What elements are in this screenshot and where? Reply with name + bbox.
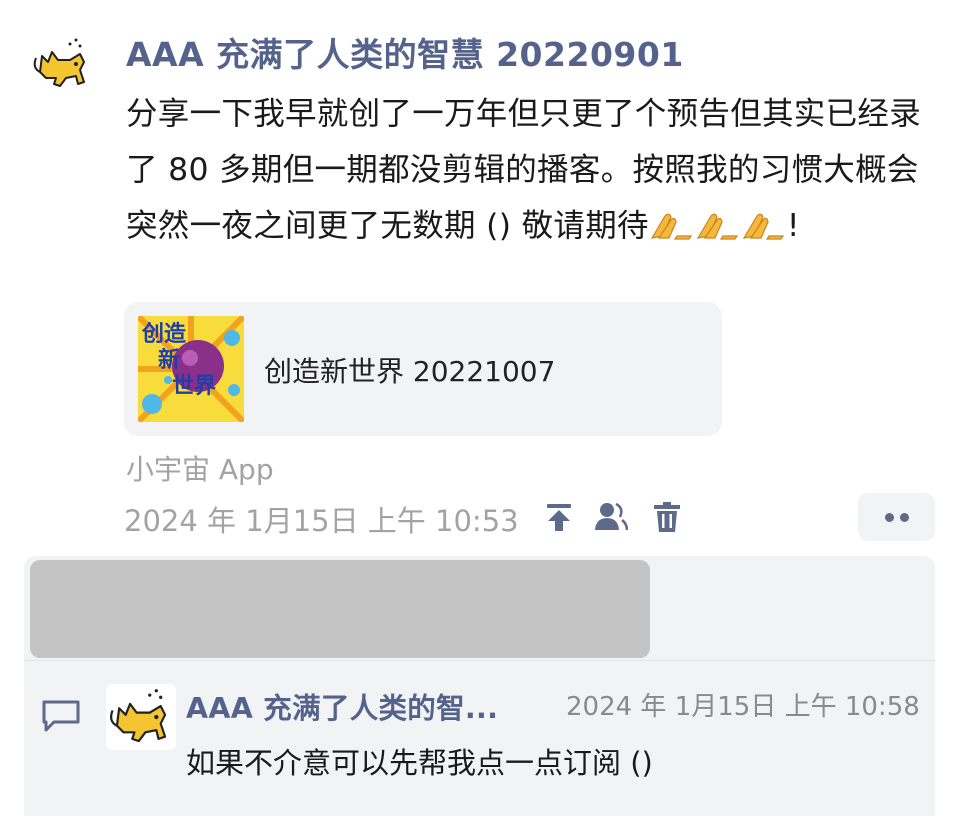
post-source[interactable]: 小宇宙 App <box>126 448 274 488</box>
comment-text: 如果不介意可以先帮我点一点订阅 () <box>186 746 653 780</box>
post-text: 分享一下我早就创了一万年但只更了个预告但其实已经录了 80 多期但一期都没剪辑的… <box>126 86 946 258</box>
comment-icon <box>40 698 82 734</box>
redacted-block <box>30 560 650 658</box>
podcast-cover-text: 创造 新 世界 <box>142 322 217 399</box>
delete-icon[interactable] <box>650 500 684 534</box>
podcast-card-title: 创造新世界 20221007 <box>264 355 556 388</box>
post-meta-row: 2024 年 1月15日 上午 10:53 <box>124 493 936 541</box>
visibility-icon[interactable] <box>594 500 629 534</box>
praying-hands-icon <box>741 202 787 258</box>
post-timestamp: 2024 年 1月15日 上午 10:53 <box>124 504 519 538</box>
post-text-body: 分享一下我早就创了一万年但只更了个预告但其实已经录了 80 多期但一期都没剪辑的… <box>126 96 922 244</box>
cat-avatar-icon <box>33 38 85 87</box>
divider <box>24 660 935 661</box>
cat-avatar-icon <box>110 689 167 743</box>
author-avatar[interactable] <box>30 34 94 94</box>
comments-panel: AAA 充满了人类的智... 2024 年 1月15日 上午 10:58 如果不… <box>24 556 935 816</box>
praying-hands-icon <box>649 202 695 258</box>
podcast-cover: 创造 新 世界 <box>138 316 244 422</box>
comment-author-name[interactable]: AAA 充满了人类的智... <box>186 686 498 727</box>
praying-hands-icon <box>695 202 741 258</box>
pin-to-top-icon[interactable] <box>542 500 576 534</box>
podcast-card[interactable]: 创造 新 世界 创造新世界 20221007 <box>124 302 722 436</box>
comment-author-avatar[interactable] <box>106 684 176 750</box>
more-button[interactable] <box>858 493 935 541</box>
post-author-name[interactable]: AAA 充满了人类的智慧 20220901 <box>126 28 684 76</box>
more-icon <box>884 512 894 522</box>
comment-timestamp: 2024 年 1月15日 上午 10:58 <box>566 692 920 722</box>
post-text-end: ! <box>786 208 800 244</box>
